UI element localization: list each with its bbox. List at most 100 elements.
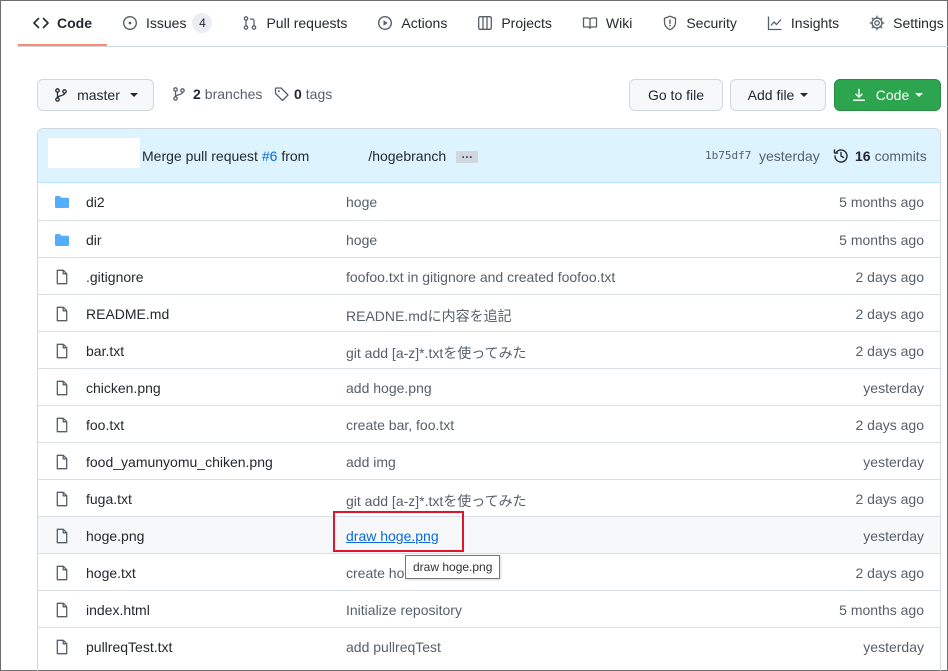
play-icon xyxy=(378,15,393,31)
commit-sha-link[interactable]: 1b75df7 xyxy=(705,149,751,162)
go-to-file-button[interactable]: Go to file xyxy=(629,79,723,111)
commit-message-link[interactable]: hoge xyxy=(346,194,377,210)
tab-code[interactable]: Code xyxy=(18,0,107,46)
tab-issues-label: Issues xyxy=(146,15,187,31)
file-icon xyxy=(54,454,70,473)
file-name-link[interactable]: hoge.txt xyxy=(86,565,136,581)
file-name-link[interactable]: index.html xyxy=(86,602,150,618)
file-name-link[interactable]: food_yamunyomu_chiken.png xyxy=(86,454,273,470)
tab-insights[interactable]: Insights xyxy=(752,0,854,46)
commit-message-link[interactable]: READNE.mdに内容を追記 xyxy=(346,306,512,326)
file-row[interactable]: dir hoge 5 months ago xyxy=(38,220,940,257)
commit-message-link[interactable]: add hoge.png xyxy=(346,380,432,396)
commit-age: 2 days ago xyxy=(855,491,925,507)
commit-message-link[interactable]: foofoo.txt in gitignore and created foof… xyxy=(346,269,615,285)
file-row[interactable]: bar.txt git add [a-z]*.txtを使ってみた 2 days ag… xyxy=(38,331,940,368)
file-icon xyxy=(54,639,70,658)
file-name-link[interactable]: .gitignore xyxy=(86,269,144,285)
table-icon xyxy=(478,16,493,30)
commit-message[interactable]: Merge pull request #6 from/hogebranch … xyxy=(142,148,479,164)
commit-time: yesterday xyxy=(759,148,820,164)
tabs-divider xyxy=(18,46,948,47)
commit-age: yesterday xyxy=(863,639,924,655)
file-name-link[interactable]: dir xyxy=(86,232,102,248)
file-icon xyxy=(54,491,70,510)
commit-age: 2 days ago xyxy=(855,306,925,322)
tab-issues[interactable]: Issues 4 xyxy=(107,0,227,46)
tab-security[interactable]: Security xyxy=(647,0,752,46)
commit-message-tooltip: draw hoge.png xyxy=(405,555,501,579)
commits-count: 16 xyxy=(855,148,871,164)
gear-icon xyxy=(869,15,885,31)
commit-age: yesterday xyxy=(863,528,924,544)
issues-count-badge: 4 xyxy=(192,13,213,33)
folder-icon xyxy=(54,232,70,251)
file-row[interactable]: food_yamunyomu_chiken.png add img yesterda… xyxy=(38,442,940,479)
commits-history-link[interactable]: 16 commits xyxy=(833,148,927,164)
file-name-link[interactable]: bar.txt xyxy=(86,343,124,359)
file-name-link[interactable]: README.md xyxy=(86,306,169,322)
file-row[interactable]: .gitignore foofoo.txt in gitignore and cr… xyxy=(38,257,940,294)
add-file-button[interactable]: Add file xyxy=(730,79,826,111)
file-row[interactable]: index.html Initialize repository 5 months … xyxy=(38,590,940,627)
commit-message-link[interactable]: add pullreqTest xyxy=(346,639,441,655)
file-name-link[interactable]: pullreqTest.txt xyxy=(86,639,172,655)
shield-icon xyxy=(664,15,677,31)
tab-wiki[interactable]: Wiki xyxy=(567,0,647,46)
commit-message-link[interactable]: Initialize repository xyxy=(346,602,462,618)
tab-settings-label: Settings xyxy=(893,15,944,31)
tab-actions[interactable]: Actions xyxy=(362,0,462,46)
history-icon xyxy=(833,149,848,163)
git-branch-icon xyxy=(173,87,185,101)
file-name-link[interactable]: hoge.png xyxy=(86,528,144,544)
commit-age: yesterday xyxy=(863,454,924,470)
file-icon xyxy=(54,528,70,547)
tab-pull-requests-label: Pull requests xyxy=(266,15,348,31)
code-button[interactable]: Code xyxy=(834,79,941,111)
commit-message-link[interactable]: git add [a-z]*.txtを使ってみた xyxy=(346,343,527,363)
file-name-link[interactable]: fuga.txt xyxy=(86,491,132,507)
annotation-highlight-box xyxy=(333,511,464,552)
file-row[interactable]: fuga.txt git add [a-z]*.txtを使ってみた 2 days a… xyxy=(38,479,940,516)
redacted-avatar xyxy=(48,138,140,168)
file-icon xyxy=(54,602,70,621)
tab-actions-label: Actions xyxy=(401,15,448,31)
book-icon xyxy=(582,17,598,30)
file-row[interactable]: pullreqTest.txt add pullreqTest yesterday xyxy=(38,627,940,664)
pr-link[interactable]: #6 xyxy=(262,148,278,164)
file-icon xyxy=(54,380,70,399)
file-icon xyxy=(54,565,70,584)
tab-projects-label: Projects xyxy=(501,15,552,31)
commit-age: 2 days ago xyxy=(855,565,925,581)
file-name-link[interactable]: foo.txt xyxy=(86,417,124,433)
file-row[interactable]: README.md READNE.mdに内容を追記 2 days ago xyxy=(38,294,940,331)
branches-label: branches xyxy=(204,86,263,102)
commit-message-link[interactable]: create bar, foo.txt xyxy=(346,417,454,433)
graph-icon xyxy=(767,16,782,31)
commit-message-link[interactable]: hoge xyxy=(346,232,377,248)
file-row[interactable]: chicken.png add hoge.png yesterday xyxy=(38,368,940,405)
branch-select-button[interactable]: master xyxy=(37,79,154,111)
commit-age: yesterday xyxy=(863,380,924,396)
git-pull-request-icon xyxy=(244,16,257,30)
commit-age: 2 days ago xyxy=(855,417,925,433)
expand-commit-button[interactable]: … xyxy=(456,148,479,164)
tags-link[interactable]: 0 tags xyxy=(274,86,332,102)
tags-count: 0 xyxy=(294,86,302,102)
commit-message-link[interactable]: git add [a-z]*.txtを使ってみた xyxy=(346,491,527,511)
file-row[interactable]: di2 hoge 5 months ago xyxy=(38,183,940,220)
tab-projects[interactable]: Projects xyxy=(462,0,567,46)
file-row[interactable]: foo.txt create bar, foo.txt 2 days ago xyxy=(38,405,940,442)
commit-age: 5 months ago xyxy=(839,602,924,618)
branches-count: 2 xyxy=(193,86,201,102)
commit-age: 5 months ago xyxy=(839,232,924,248)
commit-message-link[interactable]: add img xyxy=(346,454,396,470)
tab-settings[interactable]: Settings xyxy=(854,0,948,46)
file-row[interactable]: hoge.png draw hoge.png yesterday xyxy=(38,516,940,553)
branches-link[interactable]: 2 branches xyxy=(171,86,262,102)
tab-pull-requests[interactable]: Pull requests xyxy=(227,0,362,46)
commit-message-link[interactable]: create ho xyxy=(346,565,404,581)
file-name-link[interactable]: chicken.png xyxy=(86,380,161,396)
go-to-file-label: Go to file xyxy=(647,87,705,103)
file-name-link[interactable]: di2 xyxy=(86,194,105,210)
